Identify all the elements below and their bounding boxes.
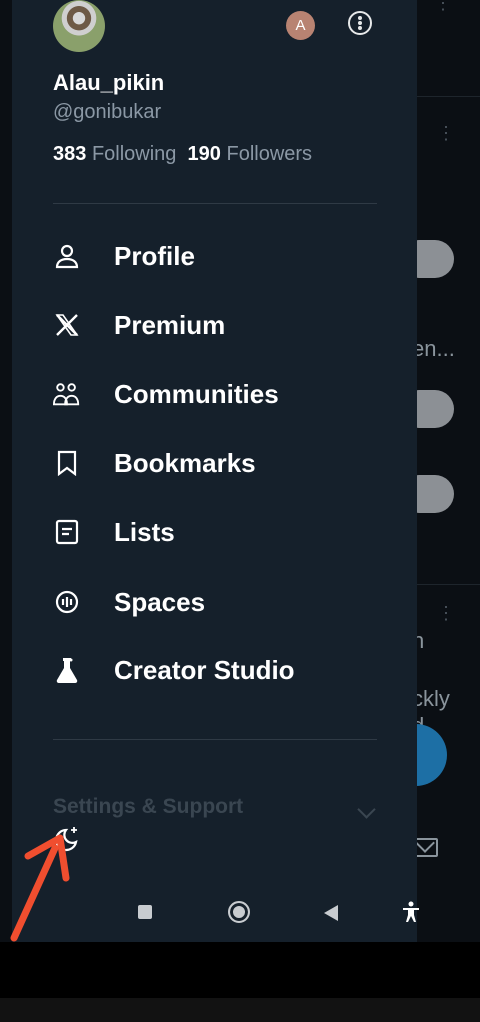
menu-label: Bookmarks	[114, 447, 256, 478]
menu-label: Lists	[114, 516, 175, 547]
following-link[interactable]: 383 Following	[53, 143, 176, 165]
timeline-text: ckly	[412, 686, 450, 711]
avatar[interactable]	[53, 0, 105, 52]
spaces-icon	[53, 588, 81, 616]
divider	[410, 96, 480, 97]
display-name[interactable]: Alau_pikin	[53, 70, 164, 96]
communities-icon	[53, 380, 81, 408]
settings-support-toggle[interactable]: Settings & Support	[53, 795, 377, 825]
home-button-icon[interactable]	[228, 901, 250, 923]
navigation-drawer: A Alau_pikin @gonibukar 383 Following 19…	[12, 0, 417, 942]
more-options-icon[interactable]	[348, 11, 372, 35]
flask-icon	[53, 656, 81, 684]
menu-item-profile[interactable]: Profile	[53, 232, 377, 280]
divider	[53, 739, 377, 740]
bottom-strip	[0, 998, 480, 1022]
more-dots-icon: ⋮	[437, 603, 455, 623]
menu-item-communities[interactable]: Communities	[53, 370, 377, 418]
back-icon[interactable]	[324, 905, 338, 921]
username-handle: @gonibukar	[53, 101, 162, 123]
menu-item-creator-studio[interactable]: Creator Studio	[53, 646, 377, 694]
menu-item-premium[interactable]: Premium	[53, 301, 377, 349]
menu-item-spaces[interactable]: Spaces	[53, 578, 377, 626]
follow-stats: 383 Following 190 Followers	[53, 143, 312, 166]
list-icon	[53, 518, 81, 546]
menu-item-lists[interactable]: Lists	[53, 508, 377, 556]
chevron-down-icon	[357, 800, 376, 819]
more-dots-icon: ⋮	[437, 123, 455, 143]
divider	[410, 584, 480, 585]
menu-label: Profile	[114, 240, 195, 271]
person-icon	[53, 242, 81, 270]
following-label: Following	[91, 143, 177, 165]
switch-account-button[interactable]: A	[286, 11, 315, 40]
menu-label: Communities	[114, 378, 279, 409]
settings-support-label: Settings & Support	[53, 795, 244, 818]
more-dots-icon: ⋮	[434, 0, 452, 13]
recent-apps-icon[interactable]	[138, 905, 152, 919]
menu-item-bookmarks[interactable]: Bookmarks	[53, 439, 377, 487]
menu-label: Premium	[114, 309, 226, 340]
divider	[53, 203, 377, 204]
menu-label: Spaces	[114, 586, 206, 617]
bookmark-icon	[53, 449, 81, 477]
accessibility-icon[interactable]	[401, 901, 421, 923]
followers-link[interactable]: 190 Followers	[188, 143, 313, 165]
followers-label: Followers	[226, 143, 313, 165]
followers-count: 190	[187, 143, 221, 165]
following-count: 383	[53, 143, 87, 165]
mail-icon	[414, 838, 438, 857]
annotation-arrow	[10, 834, 70, 942]
x-logo-icon	[53, 311, 81, 339]
menu-label: Creator Studio	[114, 654, 295, 685]
timeline-text: en...	[412, 336, 455, 361]
